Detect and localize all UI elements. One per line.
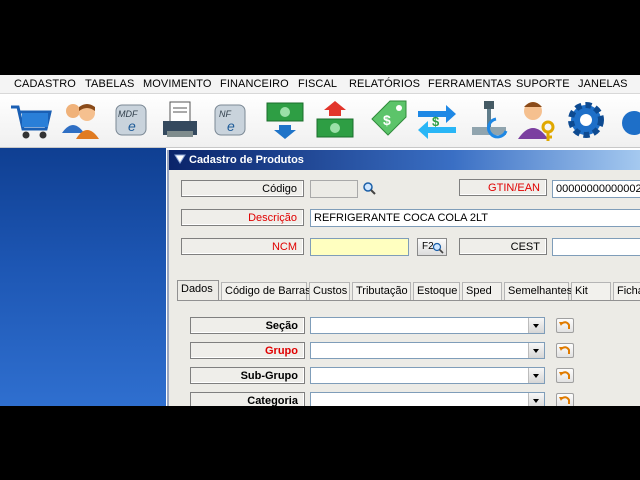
subgrupo-clear-button[interactable] [556,368,574,383]
tab-divider [177,300,640,301]
undo-icon [559,346,570,354]
menu-ferramentas[interactable]: FERRAMENTAS [428,78,511,90]
codigo-label: Código [181,180,304,197]
menu-tabelas[interactable]: TABELAS [85,78,134,90]
gear-icon[interactable] [563,97,609,143]
grupo-clear-button[interactable] [556,343,574,358]
menu-movimento[interactable]: MOVIMENTO [143,78,212,90]
gtin-label: GTIN/EAN [459,179,547,196]
tab-kit[interactable]: Kit [571,282,611,300]
undo-icon [559,396,570,404]
svg-text:$: $ [432,114,440,129]
categoria-select[interactable] [310,392,545,406]
categoria-clear-button[interactable] [556,393,574,406]
tab-codigo-de-barras[interactable]: Código de Barras [221,282,311,300]
menu-janelas[interactable]: JANELAS [578,78,628,90]
secao-select[interactable] [310,317,545,334]
nfe-icon[interactable]: NF e [207,97,253,143]
undo-icon [559,321,570,329]
chevron-down-icon[interactable] [528,318,544,333]
secao-label: Seção [190,317,305,334]
left-side-panel [0,148,166,406]
user-key-icon[interactable] [514,97,560,143]
cest-field[interactable] [552,238,640,256]
ncm-label: NCM [181,238,304,255]
chevron-down-icon[interactable] [528,393,544,406]
codigo-field[interactable] [310,180,358,198]
grupo-label: Grupo [190,342,305,359]
grupo-select[interactable] [310,342,545,359]
tab-strip: Dados Código de Barras Custos Tributação… [177,280,640,300]
gtin-field[interactable]: 00000000000002 [552,180,640,198]
chevron-down-icon[interactable] [528,343,544,358]
descricao-field[interactable]: REFRIGERANTE COCA COLA 2LT [310,209,640,227]
product-form-window: Cadastro de Produtos Código GTIN/EAN 000… [167,150,640,406]
transfer-icon[interactable]: $ [414,97,460,143]
svg-text:e: e [128,118,136,134]
partial-icon[interactable] [614,97,640,143]
menu-financeiro[interactable]: FINANCEIRO [220,78,289,90]
cart-icon[interactable] [8,97,54,143]
descricao-label: Descrição [181,209,304,226]
tab-semelhantes[interactable]: Semelhantes [504,282,572,300]
window-title: Cadastro de Produtos [189,154,304,166]
subgrupo-select[interactable] [310,367,545,384]
mdfe-icon[interactable]: MDF e [108,97,154,143]
ncm-lookup-button[interactable]: F2 [417,238,447,256]
tab-tributacao[interactable]: Tributação [352,282,411,300]
tab-sped[interactable]: Sped [462,282,502,300]
invoice-printer-icon[interactable] [157,97,203,143]
secao-clear-button[interactable] [556,318,574,333]
scale-icon[interactable] [466,97,512,143]
undo-icon [559,371,570,379]
categoria-label: Categoria [190,392,305,406]
money-out-icon[interactable] [312,97,358,143]
menu-cadastro[interactable]: CADASTRO [14,78,76,90]
product-window-icon [174,154,186,164]
menu-suporte[interactable]: SUPORTE [516,78,570,90]
window-titlebar: Cadastro de Produtos [169,150,640,170]
ncm-field[interactable] [310,238,409,256]
toolbar: MDF e NF e $ $ [0,94,640,148]
application-window: CADASTRO TABELAS MOVIMENTO FINANCEIRO FI… [0,75,640,406]
tab-ficha[interactable]: Ficha [613,282,640,300]
chevron-down-icon[interactable] [528,368,544,383]
search-icon[interactable] [362,181,377,196]
users-icon[interactable] [57,97,103,143]
tab-estoque[interactable]: Estoque [413,282,460,300]
price-tag-icon[interactable]: $ [366,97,412,143]
search-icon [432,242,444,254]
menu-bar: CADASTRO TABELAS MOVIMENTO FINANCEIRO FI… [0,75,640,94]
svg-text:e: e [227,118,235,134]
cest-label: CEST [459,238,547,255]
menu-relatorios[interactable]: RELATÓRIOS [349,78,420,90]
tab-custos[interactable]: Custos [309,282,350,300]
menu-fiscal[interactable]: FISCAL [298,78,337,90]
tab-dados[interactable]: Dados [177,280,219,300]
subgrupo-label: Sub-Grupo [190,367,305,384]
svg-text:$: $ [383,112,391,128]
money-in-icon[interactable] [262,97,308,143]
